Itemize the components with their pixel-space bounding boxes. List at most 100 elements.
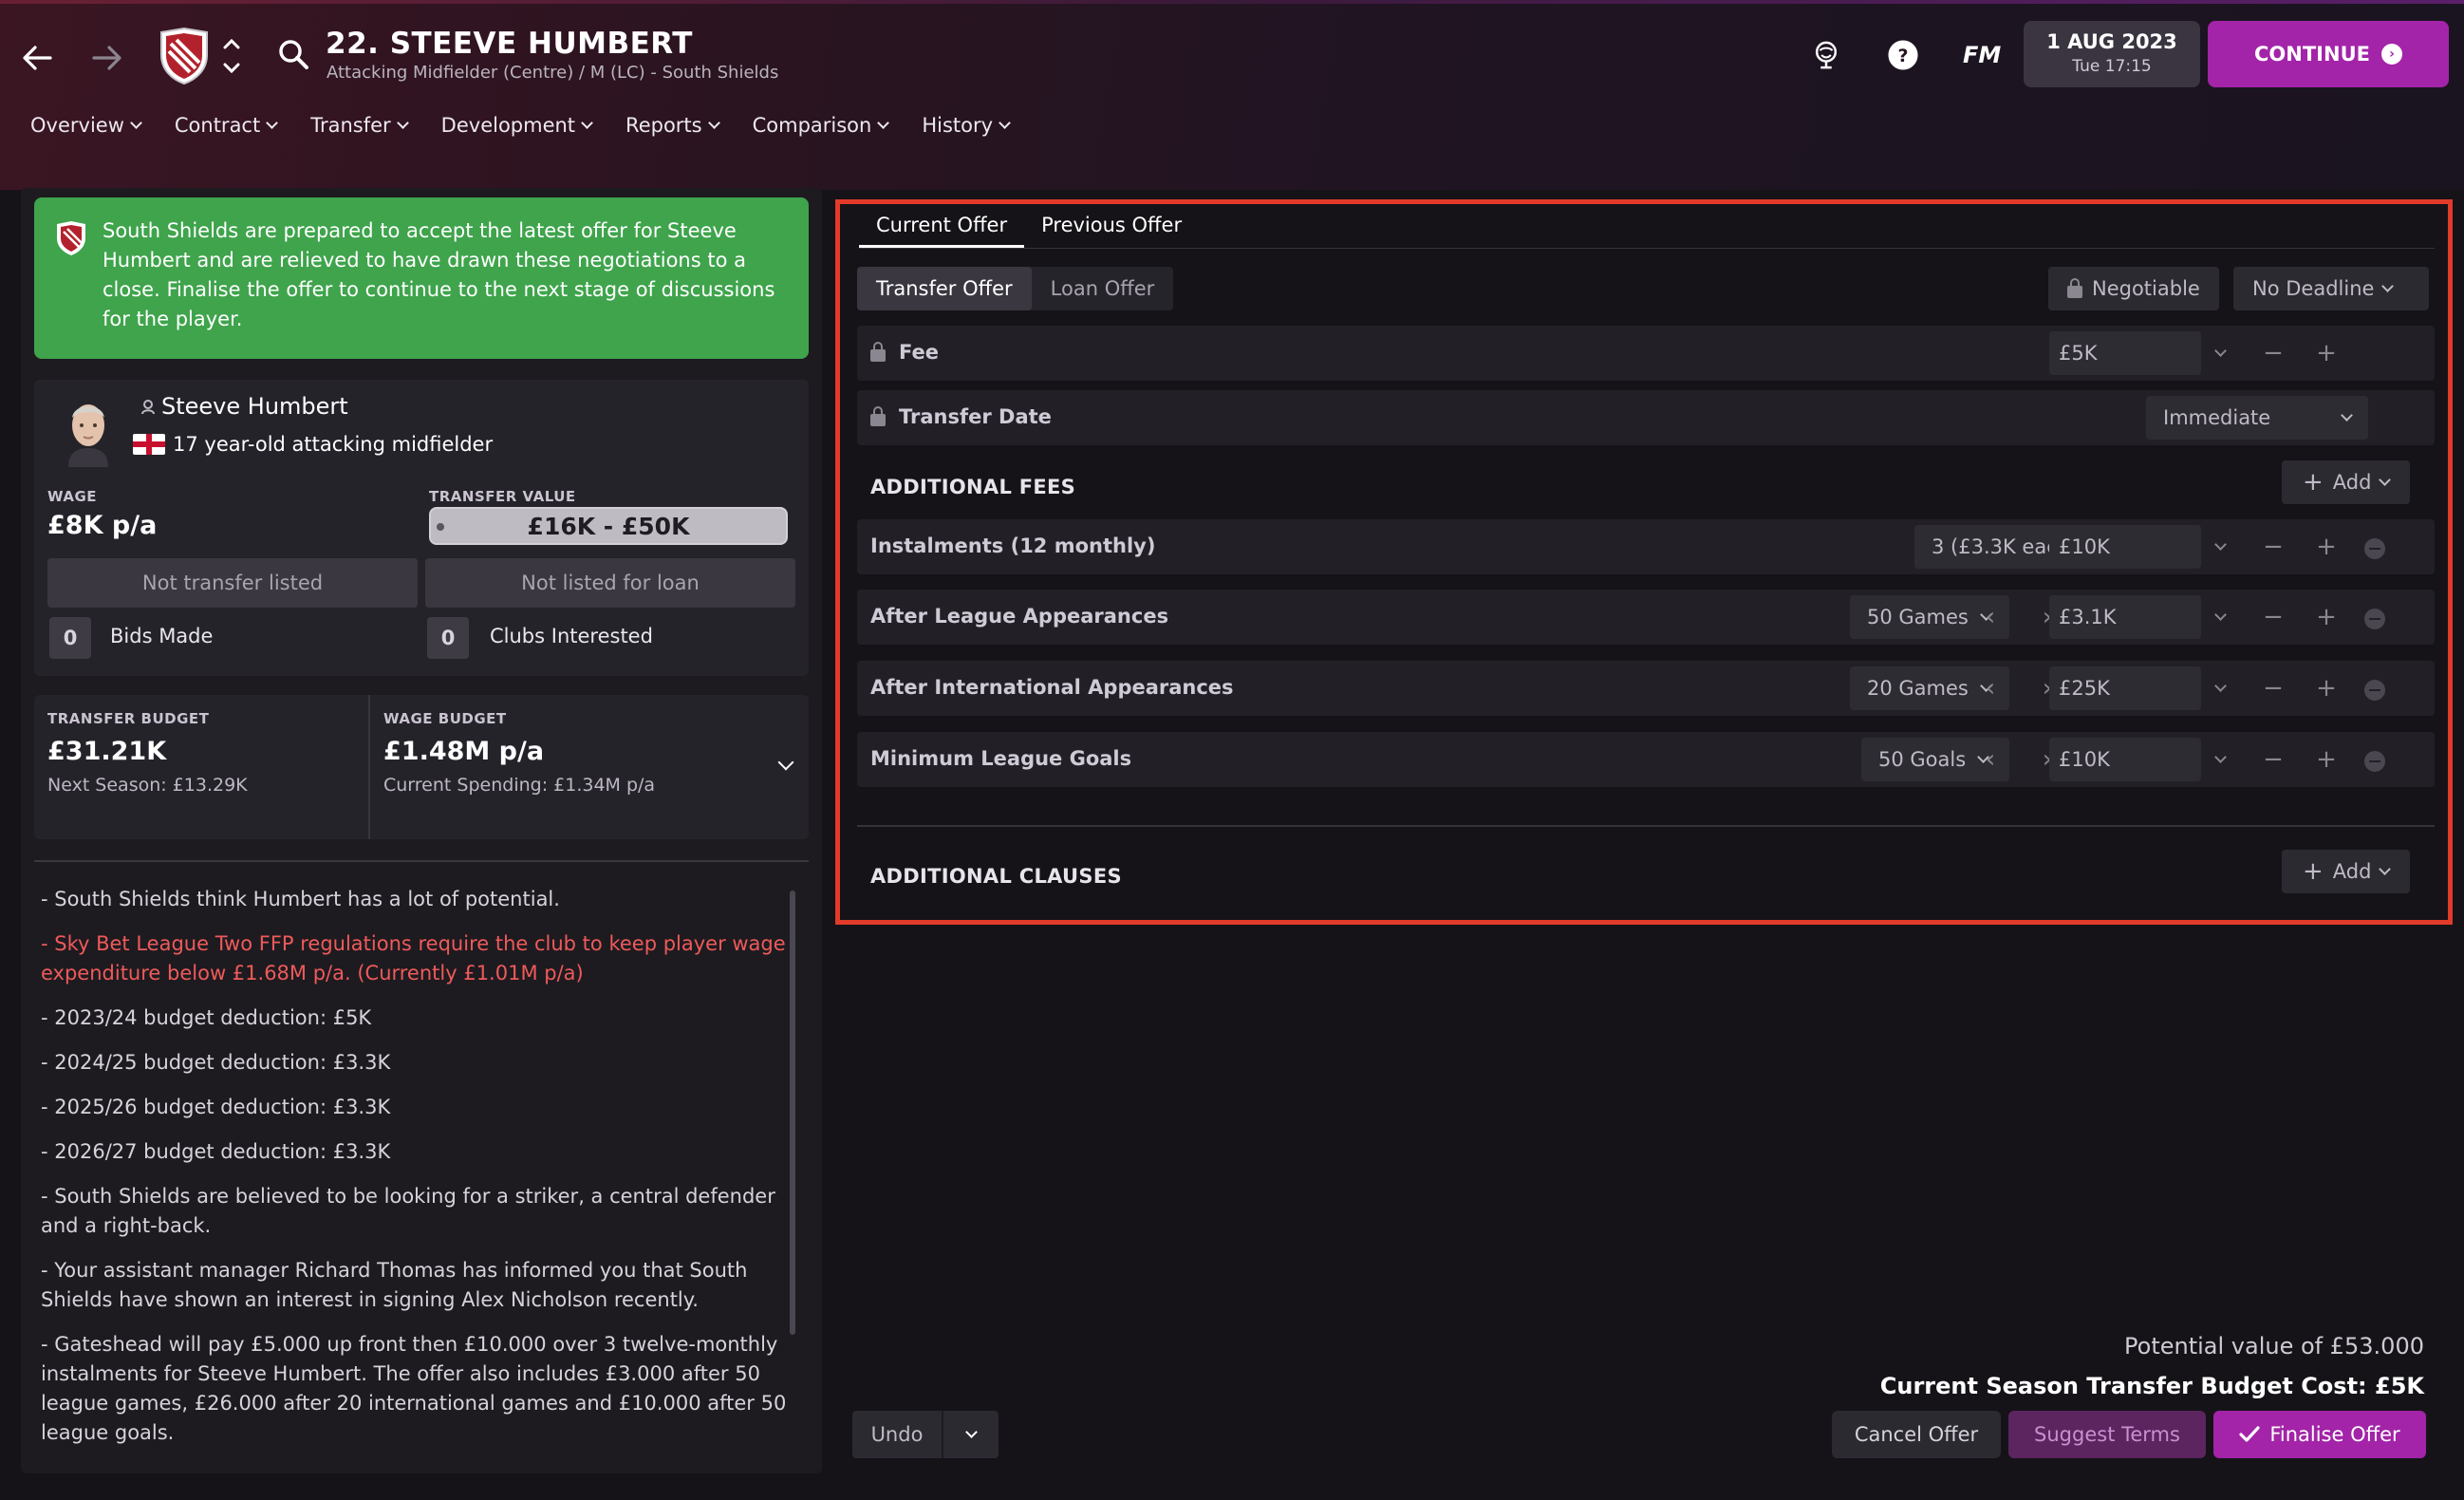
menu-history[interactable]: History xyxy=(922,114,1011,137)
undo-dropdown[interactable] xyxy=(943,1411,999,1458)
back-arrow-icon[interactable] xyxy=(13,34,61,82)
continue-label: CONTINUE xyxy=(2254,43,2370,66)
tab-current-offer[interactable]: Current Offer xyxy=(859,204,1025,248)
goals-option: 50 Goals xyxy=(1878,748,1967,771)
chevron-left-icon[interactable]: ‹ xyxy=(1971,666,2009,710)
continue-button[interactable]: CONTINUE › xyxy=(2208,21,2449,87)
up-down-chevron-icon[interactable] xyxy=(220,32,243,80)
transfer-listed-status[interactable]: Not transfer listed xyxy=(47,558,418,608)
tab-previous-offer[interactable]: Previous Offer xyxy=(1024,204,1199,248)
negotiable-label: Negotiable xyxy=(2092,277,2200,300)
player-card: Steeve Humbert 17 year-old attacking mid… xyxy=(34,380,809,676)
chevron-down-icon[interactable] xyxy=(2201,738,2239,781)
note-item: - Your assistant manager Richard Thomas … xyxy=(41,1259,748,1311)
chevron-down-icon xyxy=(266,117,279,129)
decrement-button[interactable]: − xyxy=(2254,738,2292,781)
chevron-down-icon[interactable] xyxy=(777,754,794,771)
increment-button[interactable]: + xyxy=(2307,525,2345,569)
decrement-button[interactable]: − xyxy=(2254,666,2292,710)
loan-offer-toggle[interactable]: Loan Offer xyxy=(1032,267,1174,310)
transfer-date-dropdown[interactable]: Immediate xyxy=(2146,396,2368,440)
chevron-down-icon xyxy=(2341,409,2353,422)
fee-label: Instalments (12 monthly) xyxy=(870,534,1156,557)
add-fee-button[interactable]: + Add xyxy=(2282,460,2411,504)
games-option: 50 Games xyxy=(1867,606,1969,628)
transfer-offer-toggle[interactable]: Transfer Offer xyxy=(857,267,1032,310)
age-desc-text: 17 year-old attacking midfielder xyxy=(173,433,494,456)
menu-development[interactable]: Development xyxy=(441,114,593,137)
notes-scrollbar[interactable] xyxy=(790,891,795,1335)
league-apps-value-input[interactable]: £3.1K xyxy=(2049,595,2201,639)
menu-comparison[interactable]: Comparison xyxy=(752,114,890,137)
remove-fee-icon[interactable] xyxy=(2364,609,2385,629)
add-clause-button[interactable]: + Add xyxy=(2282,850,2411,893)
menu-label: Comparison xyxy=(752,114,872,137)
wage-label: WAGE xyxy=(47,488,98,505)
fee-input[interactable]: £5K xyxy=(2049,331,2201,375)
player-face-avatar[interactable] xyxy=(57,395,120,467)
cancel-offer-button[interactable]: Cancel Offer xyxy=(1832,1411,2001,1458)
menu-label: Overview xyxy=(30,114,124,137)
finalise-offer-button[interactable]: Finalise Offer xyxy=(2213,1411,2426,1458)
menu-overview[interactable]: Overview xyxy=(30,114,142,137)
increment-button[interactable]: + xyxy=(2307,595,2345,639)
decrement-button[interactable]: − xyxy=(2254,331,2292,375)
chevron-left-icon[interactable]: ‹ xyxy=(1971,738,2009,781)
note-item: - 2024/25 budget deduction: £3.3K xyxy=(41,1051,391,1074)
divider xyxy=(857,825,2435,827)
intl-apps-value-input[interactable]: £25K xyxy=(2049,666,2201,710)
club-crest-icon[interactable] xyxy=(158,27,211,85)
chevron-down-icon[interactable] xyxy=(2201,525,2239,569)
help-icon[interactable]: ? xyxy=(1882,34,1924,76)
clubs-count: 0 xyxy=(427,617,469,659)
chevron-down-icon[interactable] xyxy=(2201,595,2239,639)
menu-transfer[interactable]: Transfer xyxy=(310,114,409,137)
notice-text: South Shields are prepared to accept the… xyxy=(103,219,775,330)
trophy-icon[interactable] xyxy=(1805,34,1847,76)
deadline-label: No Deadline xyxy=(2252,277,2375,300)
suggest-terms-button[interactable]: Suggest Terms xyxy=(2008,1411,2206,1458)
chevron-left-icon[interactable]: ‹ xyxy=(1971,595,2009,639)
chevron-down-icon xyxy=(999,117,1011,129)
remove-fee-icon[interactable] xyxy=(2364,680,2385,701)
player-subtitle[interactable]: Attacking Midfielder (Centre) / M (LC) -… xyxy=(327,63,778,83)
transfer-value-range[interactable]: £16K - £50K xyxy=(429,507,788,545)
decrement-button[interactable]: − xyxy=(2254,595,2292,639)
person-icon xyxy=(141,400,155,414)
main-menu: Overview Contract Transfer Development R… xyxy=(30,114,1043,137)
increment-button[interactable]: + xyxy=(2307,331,2345,375)
chevron-down-icon[interactable] xyxy=(2201,331,2239,375)
chevron-down-icon xyxy=(396,117,409,129)
chevron-down-icon[interactable] xyxy=(2201,666,2239,710)
tab-underline xyxy=(859,248,2435,249)
lock-icon[interactable] xyxy=(870,405,886,426)
menu-reports[interactable]: Reports xyxy=(625,114,720,137)
undo-button[interactable]: Undo xyxy=(852,1411,943,1458)
player-name[interactable]: Steeve Humbert xyxy=(140,393,348,420)
increment-button[interactable]: + xyxy=(2307,738,2345,781)
offer-panel: Current Offer Previous Offer Transfer Of… xyxy=(835,199,2453,925)
wage-budget-label: WAGE BUDGET xyxy=(383,710,507,727)
instalments-value-input[interactable]: £10K xyxy=(2049,525,2201,569)
chevron-down-icon xyxy=(130,117,142,129)
remove-fee-icon[interactable] xyxy=(2364,751,2385,772)
player-age-desc: 17 year-old attacking midfielder xyxy=(133,433,493,456)
remove-fee-icon[interactable] xyxy=(2364,538,2385,559)
deadline-dropdown[interactable]: No Deadline xyxy=(2233,267,2429,310)
decrement-button[interactable]: − xyxy=(2254,525,2292,569)
menu-contract[interactable]: Contract xyxy=(175,114,279,137)
date-time-box[interactable]: 1 AUG 2023 Tue 17:15 xyxy=(2024,21,2200,87)
menu-label: Reports xyxy=(625,114,702,137)
league-goals-value-input[interactable]: £10K xyxy=(2049,738,2201,781)
loan-listed-status[interactable]: Not listed for loan xyxy=(425,558,795,608)
lock-icon[interactable] xyxy=(870,341,886,362)
increment-button[interactable]: + xyxy=(2307,666,2345,710)
budget-panel[interactable]: TRANSFER BUDGET £31.21K Next Season: £13… xyxy=(34,695,809,839)
negotiable-button[interactable]: Negotiable xyxy=(2048,267,2219,310)
forward-arrow-icon[interactable] xyxy=(84,34,131,82)
chevron-down-icon xyxy=(707,117,720,129)
search-icon[interactable] xyxy=(275,36,313,74)
transfer-date-row: Transfer Date Immediate xyxy=(857,390,2435,445)
transfer-budget-value: £31.21K xyxy=(47,737,167,766)
current-date: 1 AUG 2023 xyxy=(2046,30,2177,53)
